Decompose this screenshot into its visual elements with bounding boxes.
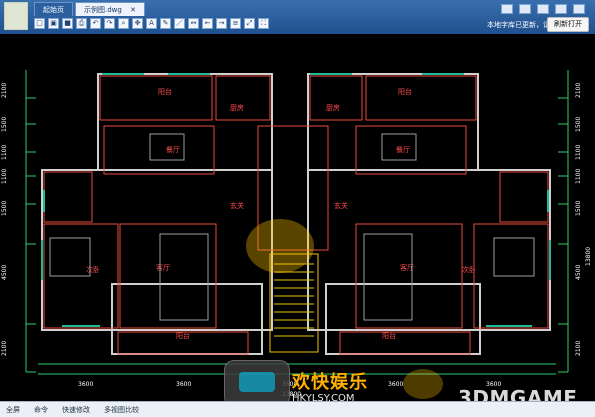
dim-right-3: 1100 (575, 145, 582, 160)
dim-left-1: 2100 (1, 83, 8, 98)
dim-left-6: 4500 (1, 265, 8, 280)
back-icon[interactable]: ← (202, 18, 213, 29)
new-icon[interactable]: □ (34, 18, 45, 29)
dim-bottom-4: 3600 (388, 381, 403, 388)
room-yangtai-top-left: 阳台 (158, 87, 172, 96)
fit-icon[interactable]: ⤢ (244, 18, 255, 29)
monitor-icon[interactable] (519, 4, 531, 14)
save-icon[interactable]: ■ (62, 18, 73, 29)
zoom-icon[interactable]: ⌕ (118, 18, 129, 29)
tab-label: 起始页 (43, 6, 64, 14)
room-yangtai-bottom-left: 阳台 (176, 331, 190, 340)
watermark-logo-center (246, 219, 314, 273)
room-ciwo-right: 次卧 (462, 265, 476, 274)
dim-left-4: 1100 (1, 169, 8, 184)
status-multi-view[interactable]: 多视图比较 (104, 405, 139, 415)
dim-left-7: 2100 (1, 341, 8, 356)
drawing-canvas[interactable]: 2100 1500 1100 1100 1500 4500 2100 2100 … (0, 34, 595, 401)
tab-start[interactable]: 起始页 (34, 2, 73, 16)
close-icon[interactable] (573, 4, 585, 14)
status-message: 本地字库已更新，请 (487, 21, 550, 29)
refresh-open-button[interactable]: 刷新打开 (547, 17, 589, 32)
tab-label: 示例图.dwg (84, 6, 122, 14)
document-tabs: 起始页 示例图.dwg ✕ (34, 2, 145, 16)
minimize-icon[interactable] (537, 4, 549, 14)
user-avatar[interactable] (4, 2, 28, 30)
room-chufang-left: 厨房 (230, 103, 244, 112)
pan-icon[interactable]: ✥ (132, 18, 143, 29)
dim-right-6: 4500 (575, 265, 582, 280)
open-icon[interactable]: ▣ (48, 18, 59, 29)
room-xuanguan-left: 玄关 (230, 201, 244, 210)
undo-icon[interactable]: ↶ (90, 18, 101, 29)
forward-icon[interactable]: → (216, 18, 227, 29)
status-bar: 全屏 命令 快速修改 多视图比较 (0, 401, 595, 417)
dim-right-1: 2100 (575, 83, 582, 98)
cloud-icon[interactable] (501, 4, 513, 14)
layers-icon[interactable]: ≡ (230, 18, 241, 29)
dim-bottom-2: 3600 (176, 381, 191, 388)
dim-left-3: 1100 (1, 145, 8, 160)
room-keting-left: 客厅 (156, 263, 170, 272)
dim-right-total: 13800 (585, 247, 592, 266)
redo-icon[interactable]: ↷ (104, 18, 115, 29)
room-chufang-right: 厨房 (326, 103, 340, 112)
text-icon[interactable]: A (146, 18, 157, 29)
title-bar: 起始页 示例图.dwg ✕ □ ▣ ■ ⎙ ↶ ↷ ⌕ ✥ A ✎ ／ ↔ ← … (0, 0, 595, 34)
room-labels: 阳台 厨房 餐厅 玄关 客厅 次卧 阳台 阳台 厨房 餐厅 玄关 客厅 次卧 阳… (86, 87, 476, 340)
close-tab-icon[interactable]: ✕ (130, 6, 136, 14)
status-command[interactable]: 命令 (34, 405, 48, 415)
watermark-hand-phone-icon (224, 360, 290, 407)
tab-example-dwg[interactable]: 示例图.dwg ✕ (75, 2, 145, 16)
print-icon[interactable]: ⎙ (76, 18, 87, 29)
dim-right-4: 1100 (575, 169, 582, 184)
room-canting-left: 餐厅 (166, 145, 180, 154)
fullscreen-icon[interactable]: ⛶ (258, 18, 269, 29)
status-fullscreen[interactable]: 全屏 (6, 405, 20, 415)
room-yangtai-top-right: 阳台 (398, 87, 412, 96)
room-xuanguan-right: 玄关 (334, 201, 348, 210)
floorplan-svg: 2100 1500 1100 1100 1500 4500 2100 2100 … (1, 70, 592, 398)
watermark-title: 欢快娱乐 (292, 372, 368, 393)
maximize-icon[interactable] (555, 4, 567, 14)
line-icon[interactable]: ／ (174, 18, 185, 29)
room-canting-right: 餐厅 (396, 145, 410, 154)
main-toolbar: □ ▣ ■ ⎙ ↶ ↷ ⌕ ✥ A ✎ ／ ↔ ← → ≡ ⤢ ⛶ (34, 18, 269, 32)
pencil-icon[interactable]: ✎ (160, 18, 171, 29)
room-yangtai-bottom-right: 阳台 (382, 331, 396, 340)
dim-left-2: 1500 (1, 117, 8, 132)
dim-bottom-1: 3600 (78, 381, 93, 388)
status-quick-edit[interactable]: 快速修改 (62, 405, 90, 415)
room-ciwo-left: 次卧 (86, 265, 100, 274)
watermark-duck-icon (403, 369, 443, 399)
dim-right-5: 1500 (575, 201, 582, 216)
dim-left-5: 1500 (1, 201, 8, 216)
dim-right-2: 1500 (575, 117, 582, 132)
dim-right-7: 2100 (575, 341, 582, 356)
measure-icon[interactable]: ↔ (188, 18, 199, 29)
window-controls (501, 4, 585, 14)
